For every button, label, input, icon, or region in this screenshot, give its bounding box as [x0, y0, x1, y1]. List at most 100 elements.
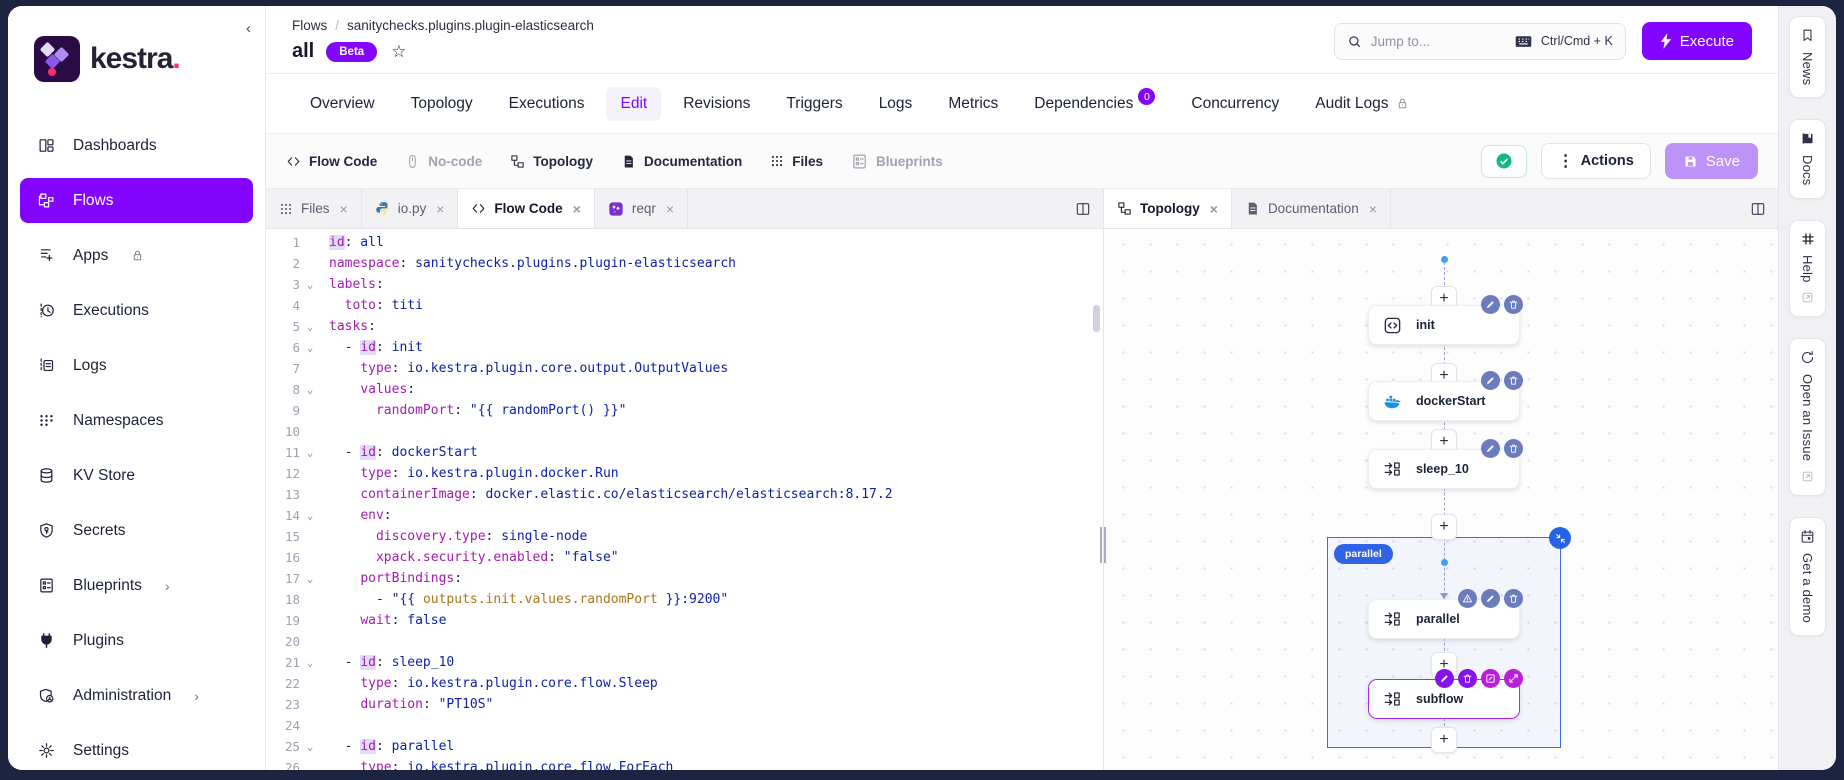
toolbar-view-topology[interactable]: Topology	[510, 154, 593, 169]
trash-action-icon[interactable]	[1504, 371, 1523, 390]
add-task-button[interactable]: +	[1431, 727, 1457, 753]
pane-resize-handle[interactable]	[1100, 527, 1109, 563]
sidebar-item-kv-store[interactable]: KV Store	[20, 453, 253, 498]
code-line[interactable]: 14⌄ env:	[266, 505, 1103, 526]
fold-chevron-icon[interactable]: ⌄	[300, 316, 320, 337]
kestra-logo[interactable]: kestra.	[34, 36, 265, 82]
code-line[interactable]: 21⌄ - id: sleep_10	[266, 652, 1103, 673]
fold-chevron-icon[interactable]: ⌄	[300, 652, 320, 673]
breadcrumb-flows[interactable]: Flows	[292, 18, 327, 33]
close-icon[interactable]: ×	[1369, 201, 1377, 217]
code-line[interactable]: 12 type: io.kestra.plugin.docker.Run	[266, 463, 1103, 484]
rail-news[interactable]: News	[1789, 16, 1826, 98]
pencil-action-icon[interactable]	[1481, 371, 1500, 390]
code-line[interactable]: 15 discovery.type: single-node	[266, 526, 1103, 547]
validation-status-button[interactable]	[1481, 145, 1527, 178]
sidebar-item-apps[interactable]: Apps	[20, 233, 253, 278]
pencil-action-icon[interactable]	[1481, 589, 1500, 608]
toolbar-view-blueprints[interactable]: Blueprints	[851, 153, 943, 170]
code-line[interactable]: 18 - "{{ outputs.init.values.randomPort …	[266, 589, 1103, 610]
editor-tab-reqr[interactable]: reqr×	[595, 189, 688, 228]
fold-chevron-icon[interactable]: ⌄	[300, 274, 320, 295]
code-line[interactable]: 24	[266, 715, 1103, 736]
tab-revisions[interactable]: Revisions	[669, 87, 764, 121]
task-node-subflow[interactable]: subflow	[1368, 679, 1520, 719]
trash-action-icon[interactable]	[1504, 439, 1523, 458]
tab-logs[interactable]: Logs	[865, 87, 927, 121]
tab-topology[interactable]: Topology	[397, 87, 487, 121]
toolbar-view-no-code[interactable]: No-code	[405, 154, 482, 169]
fold-chevron-icon[interactable]: ⌄	[300, 442, 320, 463]
code-line[interactable]: 26 type: io.kestra.plugin.core.flow.ForE…	[266, 757, 1103, 770]
fold-chevron-icon[interactable]: ⌄	[300, 736, 320, 757]
sidebar-item-namespaces[interactable]: Namespaces	[20, 398, 253, 443]
tab-dependencies[interactable]: Dependencies0	[1020, 87, 1169, 121]
sidebar-item-executions[interactable]: Executions	[20, 288, 253, 333]
task-node-parallel[interactable]: parallel	[1368, 599, 1520, 639]
trash-action-icon[interactable]	[1458, 669, 1477, 688]
close-icon[interactable]: ×	[666, 201, 674, 217]
pencil-action-icon[interactable]	[1481, 439, 1500, 458]
split-icon[interactable]	[1750, 201, 1766, 217]
actions-button[interactable]: ⋮ Actions	[1541, 143, 1651, 179]
editor-scrollbar[interactable]	[1093, 305, 1100, 332]
toolbar-view-flow-code[interactable]: Flow Code	[286, 154, 377, 169]
tab-triggers[interactable]: Triggers	[772, 87, 856, 121]
tab-audit-logs[interactable]: Audit Logs	[1301, 87, 1422, 121]
close-icon[interactable]: ×	[1210, 201, 1218, 217]
close-icon[interactable]: ×	[340, 201, 348, 217]
save-button[interactable]: Save	[1665, 143, 1758, 179]
fold-chevron-icon[interactable]: ⌄	[300, 505, 320, 526]
execute-button[interactable]: Execute	[1642, 22, 1752, 60]
code-line[interactable]: 25⌄ - id: parallel	[266, 736, 1103, 757]
code-line[interactable]: 20	[266, 631, 1103, 652]
pencil-action-icon[interactable]	[1435, 669, 1454, 688]
sidebar-item-blueprints[interactable]: Blueprints›	[20, 563, 253, 608]
split-icon[interactable]	[1075, 201, 1091, 217]
code-line[interactable]: 22 type: io.kestra.plugin.core.flow.Slee…	[266, 673, 1103, 694]
rail-open-an-issue[interactable]: Open an Issue	[1789, 338, 1826, 496]
task-node-dockerStart[interactable]: dockerStart	[1368, 381, 1520, 421]
pencil-action-icon[interactable]	[1481, 295, 1500, 314]
code-line[interactable]: 8⌄ values:	[266, 379, 1103, 400]
tab-concurrency[interactable]: Concurrency	[1177, 87, 1293, 121]
code-line[interactable]: 7 type: io.kestra.plugin.core.output.Out…	[266, 358, 1103, 379]
rail-help[interactable]: Help	[1789, 220, 1826, 318]
tab-overview[interactable]: Overview	[296, 87, 389, 121]
close-icon[interactable]: ×	[436, 201, 444, 217]
code-line[interactable]: 16 xpack.security.enabled: "false"	[266, 547, 1103, 568]
topology-tab-documentation[interactable]: Documentation×	[1232, 189, 1391, 228]
topology-canvas[interactable]: parallel + init+ dockerStart+ sleep_10+ …	[1104, 229, 1778, 770]
task-node-init[interactable]: init	[1368, 305, 1520, 345]
sidebar-item-flows[interactable]: Flows	[20, 178, 253, 223]
sidebar-collapse-icon[interactable]: ‹	[246, 20, 251, 37]
sidebar-item-settings[interactable]: Settings	[20, 728, 253, 770]
fold-chevron-icon[interactable]: ⌄	[300, 337, 320, 358]
code-line[interactable]: 9 randomPort: "{{ randomPort() }}"	[266, 400, 1103, 421]
warn-action-icon[interactable]	[1458, 589, 1477, 608]
code-line[interactable]: 5⌄tasks:	[266, 316, 1103, 337]
toolbar-view-files[interactable]: Files	[770, 154, 823, 169]
editor-tab-io-py[interactable]: io.py×	[362, 189, 459, 228]
sidebar-item-plugins[interactable]: Plugins	[20, 618, 253, 663]
code-line[interactable]: 17⌄ portBindings:	[266, 568, 1103, 589]
cluster-badge[interactable]: parallel	[1334, 544, 1393, 564]
add-task-button[interactable]: +	[1431, 514, 1457, 540]
tab-edit[interactable]: Edit	[606, 87, 661, 121]
code-line[interactable]: 6⌄ - id: init	[266, 337, 1103, 358]
toolbar-view-documentation[interactable]: Documentation	[621, 154, 742, 169]
jump-to-search[interactable]: Jump to... Ctrl/Cmd + K	[1334, 23, 1626, 60]
code-line[interactable]: 11⌄ - id: dockerStart	[266, 442, 1103, 463]
code-line[interactable]: 10	[266, 421, 1103, 442]
breadcrumb-namespace[interactable]: sanitychecks.plugins.plugin-elasticsearc…	[347, 18, 594, 33]
sidebar-item-secrets[interactable]: Secrets	[20, 508, 253, 553]
code-line[interactable]: 2namespace: sanitychecks.plugins.plugin-…	[266, 253, 1103, 274]
fold-chevron-icon[interactable]: ⌄	[300, 379, 320, 400]
rail-docs[interactable]: Docs	[1789, 119, 1826, 198]
code-editor[interactable]: 1id: all2namespace: sanitychecks.plugins…	[266, 229, 1103, 770]
tab-executions[interactable]: Executions	[495, 87, 599, 121]
topology-tab-topology[interactable]: Topology×	[1104, 189, 1232, 228]
code-line[interactable]: 1id: all	[266, 232, 1103, 253]
editor-tab-files[interactable]: Files×	[266, 189, 362, 228]
trash-action-icon[interactable]	[1504, 295, 1523, 314]
